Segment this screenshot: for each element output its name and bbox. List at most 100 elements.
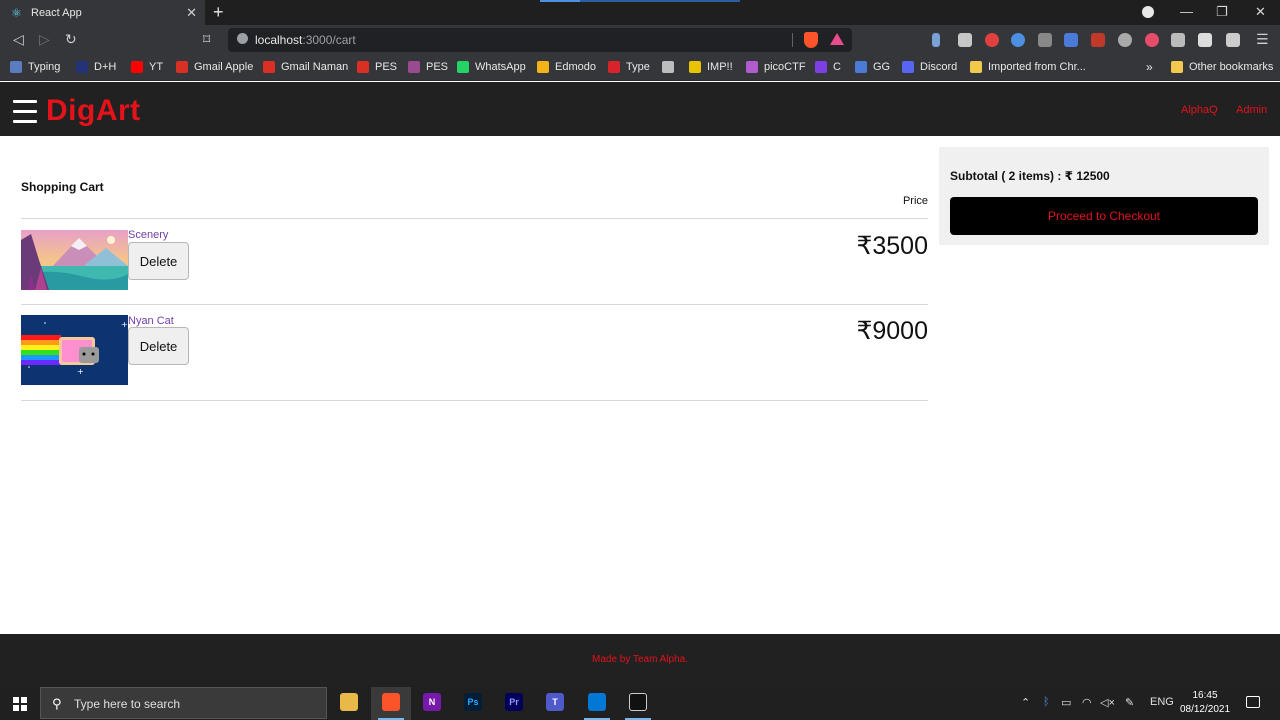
nav-link-admin[interactable]: Admin bbox=[1236, 104, 1267, 116]
clock-extension-icon[interactable] bbox=[1011, 33, 1025, 47]
bookmark-label: C bbox=[833, 61, 841, 73]
product-name-link[interactable]: Scenery bbox=[128, 229, 168, 241]
bookmark-item[interactable]: PES bbox=[408, 61, 448, 73]
extension-icon[interactable] bbox=[932, 33, 940, 47]
brave-shields-icon[interactable] bbox=[804, 32, 818, 48]
svg-text:+: + bbox=[77, 367, 84, 376]
bookmark-item[interactable]: Gmail Naman bbox=[263, 61, 348, 73]
volume-muted-icon[interactable]: ◁× bbox=[1100, 696, 1115, 709]
search-icon: ⚲ bbox=[52, 696, 62, 711]
bookmark-label: WhatsApp bbox=[475, 61, 526, 73]
extension-icon[interactable] bbox=[1038, 33, 1052, 47]
bookmark-icon[interactable]: ⌑ bbox=[203, 31, 210, 47]
onenote-icon[interactable]: N bbox=[423, 693, 441, 711]
other-bookmarks-folder[interactable]: Other bookmarks bbox=[1171, 61, 1273, 73]
close-window-icon[interactable]: ✕ bbox=[1255, 4, 1266, 20]
bookmark-item[interactable]: WhatsApp bbox=[457, 61, 526, 73]
wallet-icon[interactable] bbox=[1226, 33, 1240, 47]
item-price: ₹3500 bbox=[856, 232, 928, 260]
browser-tab[interactable]: ⚛ React App ✕ bbox=[0, 0, 205, 25]
bookmark-item[interactable]: picoCTF bbox=[746, 61, 806, 73]
forward-icon[interactable]: ▷ bbox=[39, 31, 50, 47]
bookmark-label: Gmail Apple bbox=[194, 61, 254, 73]
nav-link-alphaq[interactable]: AlphaQ bbox=[1181, 104, 1218, 116]
teams-icon[interactable]: T bbox=[546, 693, 564, 711]
restore-icon[interactable]: ❐ bbox=[1216, 4, 1228, 20]
profile-icon[interactable] bbox=[1142, 6, 1154, 18]
clock-date: 08/12/2021 bbox=[1179, 704, 1231, 715]
extension-icon[interactable] bbox=[1091, 33, 1105, 47]
product-name-link[interactable]: Nyan Cat bbox=[128, 315, 174, 327]
item-price: ₹9000 bbox=[856, 317, 928, 345]
extension-icon[interactable] bbox=[1064, 33, 1078, 47]
bookmark-item[interactable]: Type bbox=[608, 61, 650, 73]
bookmark-item[interactable]: Edmodo bbox=[537, 61, 596, 73]
puzzle-icon[interactable] bbox=[1198, 33, 1212, 47]
bookmark-item[interactable]: Imported from Chr... bbox=[970, 61, 1086, 73]
extension-icon[interactable] bbox=[1171, 33, 1185, 47]
adblock-icon[interactable] bbox=[985, 33, 999, 47]
site-info-icon[interactable] bbox=[237, 33, 248, 44]
photoshop-icon[interactable]: Ps bbox=[464, 693, 482, 711]
taskbar-clock[interactable]: 16:45 08/12/2021 bbox=[1176, 689, 1234, 717]
premiere-pro-icon[interactable]: Pr bbox=[505, 693, 523, 711]
menu-icon[interactable]: ☰ bbox=[1256, 31, 1269, 47]
hamburger-menu-icon[interactable] bbox=[13, 100, 37, 130]
bluetooth-icon[interactable]: ᛒ bbox=[1043, 696, 1050, 708]
wifi-icon[interactable]: ◠ bbox=[1082, 696, 1092, 709]
language-indicator[interactable]: ENG bbox=[1150, 696, 1174, 708]
product-thumbnail[interactable] bbox=[21, 230, 128, 290]
battery-icon[interactable]: ▭ bbox=[1061, 696, 1071, 709]
bookmark-item[interactable]: C bbox=[815, 61, 841, 73]
taskbar-search-box[interactable]: ⚲ Type here to search bbox=[40, 687, 327, 719]
windows-taskbar: ⚲ Type here to search N Ps Pr T ⌃ ᛒ ▭ ◠ … bbox=[0, 686, 1280, 720]
back-icon[interactable]: ◁ bbox=[13, 31, 24, 47]
delete-item-button[interactable]: Delete bbox=[128, 327, 189, 365]
svg-text:+: + bbox=[121, 320, 128, 329]
vscode-icon[interactable] bbox=[588, 693, 606, 711]
bookmark-label: Typing bbox=[28, 61, 61, 73]
minimize-icon[interactable]: — bbox=[1180, 4, 1193, 19]
close-tab-icon[interactable]: ✕ bbox=[186, 5, 197, 21]
site-footer: Made by Team Alpha. bbox=[0, 634, 1280, 686]
bookmark-favicon-icon bbox=[970, 61, 982, 73]
address-bar[interactable]: localhost:3000/cart bbox=[228, 28, 852, 52]
brave-browser-icon[interactable] bbox=[382, 693, 400, 711]
windows-start-icon[interactable] bbox=[13, 697, 27, 711]
bookmark-item[interactable]: D+H bbox=[76, 61, 116, 73]
bookmark-item[interactable]: IMP!! bbox=[689, 61, 733, 73]
product-thumbnail[interactable]: + + bbox=[21, 315, 128, 385]
extension-icon[interactable] bbox=[1145, 33, 1159, 47]
site-logo[interactable]: DigArt bbox=[46, 94, 141, 128]
bookmark-label: Type bbox=[626, 61, 650, 73]
extension-icon[interactable] bbox=[958, 33, 972, 47]
bookmark-item[interactable]: GG bbox=[855, 61, 890, 73]
notification-center-icon[interactable] bbox=[1246, 696, 1260, 708]
folder-icon bbox=[1171, 61, 1183, 73]
bookmark-favicon-icon bbox=[408, 61, 420, 73]
clock-time: 16:45 bbox=[1192, 690, 1218, 701]
more-bookmarks-button[interactable]: » bbox=[1146, 60, 1153, 74]
reload-icon[interactable]: ↻ bbox=[65, 31, 77, 47]
proceed-to-checkout-button[interactable]: Proceed to Checkout bbox=[950, 197, 1258, 235]
browser-tab-strip: ⚛ React App ✕ + — ❐ ✕ bbox=[0, 0, 1280, 25]
show-hidden-icons-icon[interactable]: ⌃ bbox=[1021, 696, 1030, 709]
bookmark-item[interactable] bbox=[662, 61, 680, 73]
extension-icon[interactable] bbox=[1118, 33, 1132, 47]
delete-item-button[interactable]: Delete bbox=[128, 242, 189, 280]
omnibox-separator bbox=[792, 33, 793, 47]
new-tab-button[interactable]: + bbox=[213, 3, 224, 21]
bookmark-favicon-icon bbox=[263, 61, 275, 73]
bookmark-label: YT bbox=[149, 61, 164, 73]
terminal-icon[interactable] bbox=[629, 693, 647, 711]
bookmark-item[interactable]: YT bbox=[131, 61, 163, 73]
pen-icon[interactable]: ✎ bbox=[1125, 696, 1134, 709]
bookmark-item[interactable]: Discord bbox=[902, 61, 957, 73]
bookmark-item[interactable]: Typing bbox=[10, 61, 60, 73]
file-explorer-icon[interactable] bbox=[340, 693, 358, 711]
other-bookmarks-label: Other bookmarks bbox=[1189, 61, 1274, 73]
bookmark-favicon-icon bbox=[902, 61, 914, 73]
bookmark-item[interactable]: PES bbox=[357, 61, 397, 73]
brave-rewards-icon[interactable] bbox=[830, 33, 844, 45]
bookmark-item[interactable]: Gmail Apple bbox=[176, 61, 253, 73]
